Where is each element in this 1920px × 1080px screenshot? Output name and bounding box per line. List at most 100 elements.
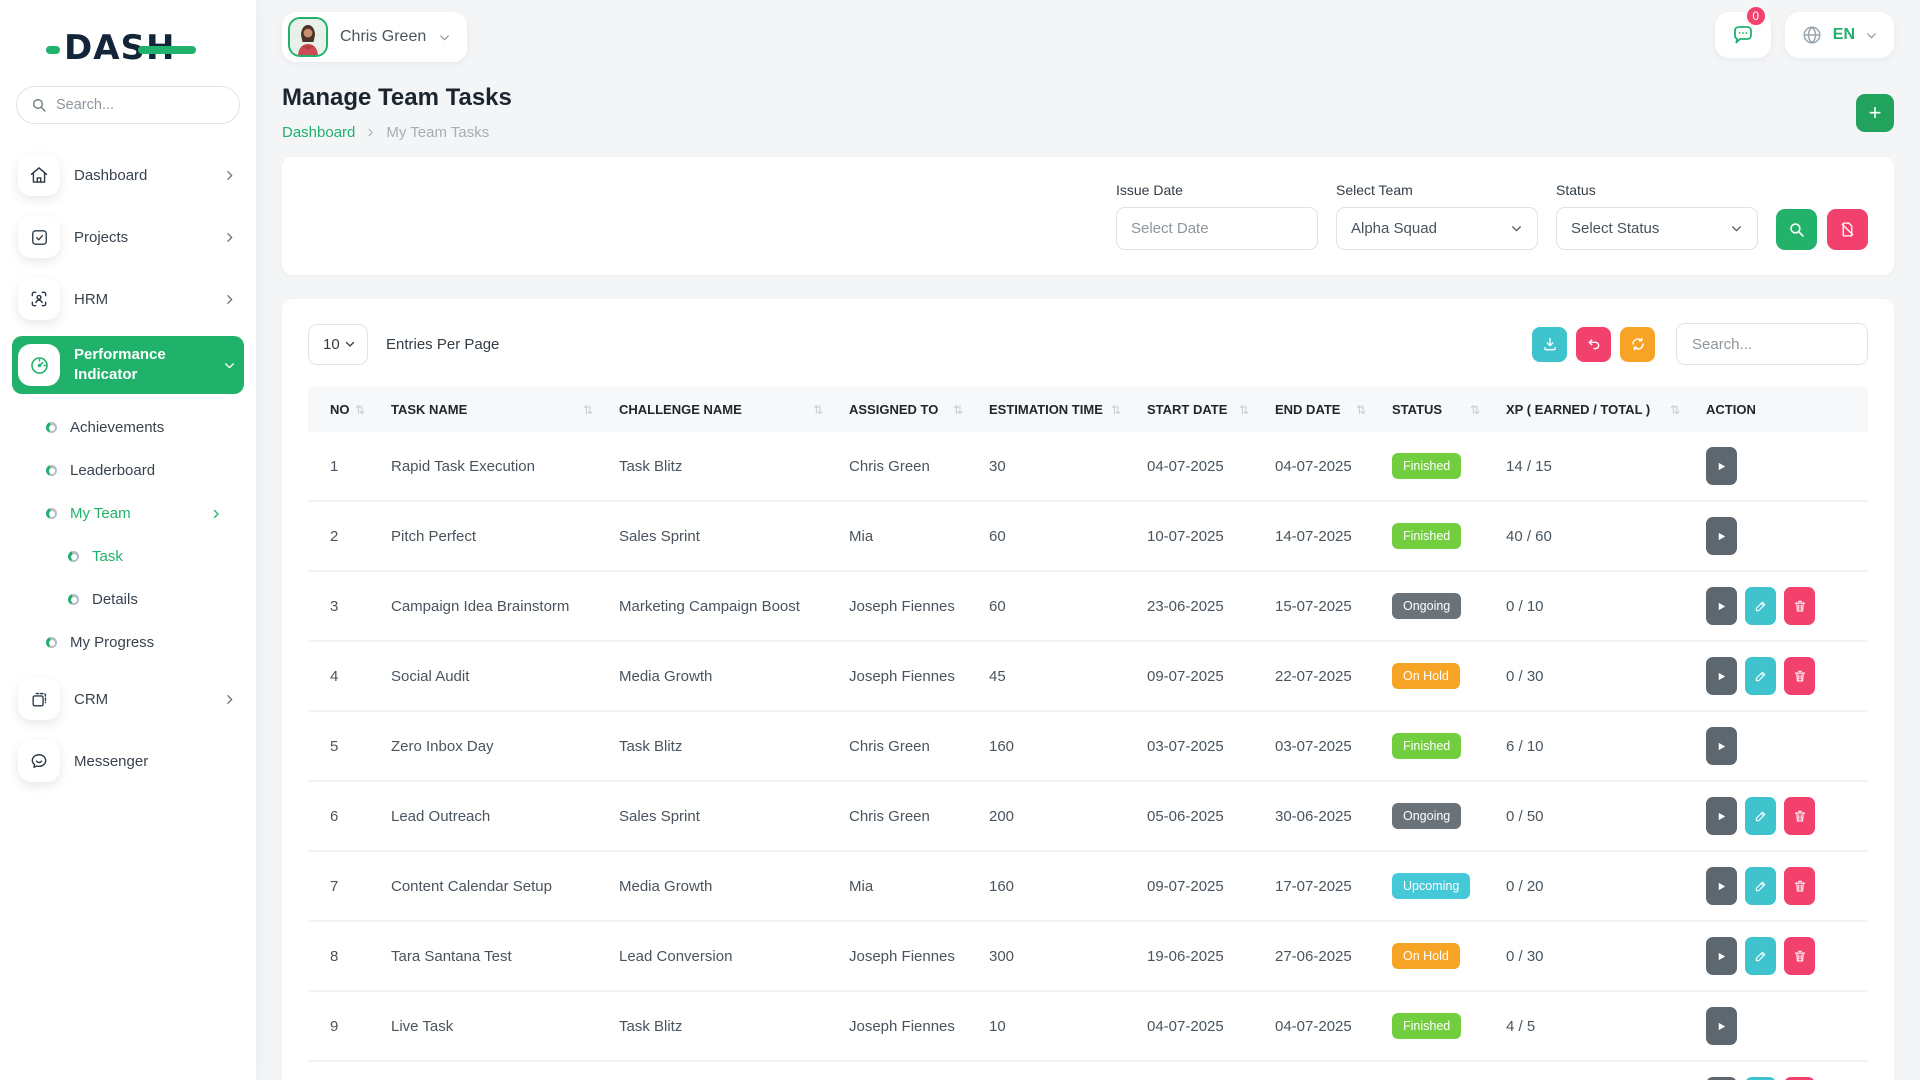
play-button[interactable] <box>1706 867 1737 905</box>
status-badge: Finished <box>1392 453 1461 479</box>
sidebar-item-performance-indicator[interactable]: Performance Indicator <box>12 336 244 394</box>
trash-icon <box>1793 669 1807 683</box>
sidebar-item-label: Messenger <box>74 753 148 770</box>
edit-button[interactable] <box>1745 867 1776 905</box>
bullet-ring-icon <box>68 551 79 562</box>
table-search-input[interactable] <box>1676 323 1868 365</box>
estimation-time: 60 <box>979 501 1137 571</box>
delete-button[interactable] <box>1784 657 1815 695</box>
column-header-xp-earned-total[interactable]: XP ( EARNED / TOTAL )⇅ <box>1496 387 1696 432</box>
sidebar-item-dashboard[interactable]: Dashboard <box>12 150 244 200</box>
delete-button[interactable] <box>1784 867 1815 905</box>
chevron-right-icon <box>223 293 236 306</box>
column-header-end-date[interactable]: END DATE⇅ <box>1265 387 1382 432</box>
play-button[interactable] <box>1706 937 1737 975</box>
sidebar-item-my-progress[interactable]: My Progress <box>12 621 244 664</box>
sidebar-item-details[interactable]: Details <box>12 578 244 621</box>
sidebar-item-hrm[interactable]: HRM <box>12 274 244 324</box>
sidebar-item-achievements[interactable]: Achievements <box>12 406 244 449</box>
assigned-to: Joseph Fiennes <box>839 571 979 641</box>
user-focus-icon <box>18 278 60 320</box>
column-header-challenge-name[interactable]: CHALLENGE NAME⇅ <box>609 387 839 432</box>
end-date: 22-07-2025 <box>1265 641 1382 711</box>
breadcrumb-dashboard-link[interactable]: Dashboard <box>282 124 355 141</box>
sidebar-search-input[interactable] <box>56 97 225 113</box>
end-date: 27-06-2025 <box>1265 921 1382 991</box>
sidebar-item-crm[interactable]: CRM <box>12 674 244 724</box>
notifications-button[interactable]: 0 <box>1715 12 1771 58</box>
play-button[interactable] <box>1706 447 1737 485</box>
issue-date-field[interactable] <box>1116 207 1318 250</box>
row-no: 10 <box>308 1061 381 1080</box>
column-header-estimation-time[interactable]: ESTIMATION TIME⇅ <box>979 387 1137 432</box>
sidebar-item-projects[interactable]: Projects <box>12 212 244 262</box>
play-button[interactable] <box>1706 657 1737 695</box>
filter-search-button[interactable] <box>1776 209 1817 250</box>
language-code: EN <box>1833 26 1855 44</box>
refresh-button[interactable] <box>1620 327 1655 362</box>
export-button[interactable] <box>1532 327 1567 362</box>
undo-button[interactable] <box>1576 327 1611 362</box>
status-select[interactable]: Select Status <box>1556 207 1758 250</box>
xp-cell: 0 / 30 <box>1496 921 1696 991</box>
play-button[interactable] <box>1706 727 1737 765</box>
sidebar-item-my-team[interactable]: My Team <box>12 492 244 535</box>
sidebar-item-leaderboard[interactable]: Leaderboard <box>12 449 244 492</box>
breadcrumb: Dashboard My Team Tasks <box>282 124 512 141</box>
language-selector[interactable]: EN <box>1785 12 1894 58</box>
filter-clear-button[interactable] <box>1827 209 1868 250</box>
task-name: Lead Outreach <box>381 781 609 851</box>
sidebar-item-task[interactable]: Task <box>12 535 244 578</box>
row-no: 9 <box>308 991 381 1061</box>
team-select[interactable]: Alpha Squad <box>1336 207 1538 250</box>
status-cell: Ongoing <box>1382 781 1496 851</box>
column-header-task-name[interactable]: TASK NAME⇅ <box>381 387 609 432</box>
task-name: Zero Inbox Day <box>381 711 609 781</box>
edit-button[interactable] <box>1745 587 1776 625</box>
challenge-name: Task Blitz <box>609 432 839 501</box>
start-date: 09-07-2025 <box>1137 851 1265 921</box>
sidebar-item-messenger[interactable]: Messenger <box>12 736 244 786</box>
app-logo[interactable]: DASH <box>0 0 256 72</box>
play-icon <box>1716 461 1727 472</box>
table-row: 3Campaign Idea BrainstormMarketing Campa… <box>308 571 1868 641</box>
status-badge: On Hold <box>1392 663 1460 689</box>
edit-button[interactable] <box>1745 657 1776 695</box>
delete-button[interactable] <box>1784 587 1815 625</box>
challenge-name: Sales Sprint <box>609 781 839 851</box>
delete-button[interactable] <box>1784 797 1815 835</box>
entries-per-page-select[interactable]: 10 <box>308 324 368 365</box>
table-row: 4Social AuditMedia GrowthJoseph Fiennes4… <box>308 641 1868 711</box>
row-no: 1 <box>308 432 381 501</box>
top-bar: Chris Green 0 EN <box>282 0 1894 62</box>
bullet-ring-icon <box>68 594 79 605</box>
sidebar-item-label: Performance Indicator <box>74 345 209 386</box>
filter-buttons <box>1776 209 1868 250</box>
play-button[interactable] <box>1706 1007 1737 1045</box>
play-button[interactable] <box>1706 587 1737 625</box>
play-button[interactable] <box>1706 517 1737 555</box>
estimation-time: 160 <box>979 711 1137 781</box>
sidebar-search[interactable] <box>16 86 240 124</box>
play-button[interactable] <box>1706 797 1737 835</box>
column-header-assigned-to[interactable]: ASSIGNED TO⇅ <box>839 387 979 432</box>
page-title: Manage Team Tasks <box>282 84 512 112</box>
task-name: Personal System Setup <box>381 1061 609 1080</box>
action-cell <box>1696 1061 1868 1080</box>
edit-button[interactable] <box>1745 937 1776 975</box>
add-task-button[interactable]: + <box>1856 94 1894 132</box>
delete-button[interactable] <box>1784 937 1815 975</box>
user-menu[interactable]: Chris Green <box>282 12 467 62</box>
task-name: Rapid Task Execution <box>381 432 609 501</box>
column-header-status[interactable]: STATUS⇅ <box>1382 387 1496 432</box>
topbar-actions: 0 EN <box>1715 12 1894 58</box>
table-row: 1Rapid Task ExecutionTask BlitzChris Gre… <box>308 432 1868 501</box>
column-header-start-date[interactable]: START DATE⇅ <box>1137 387 1265 432</box>
assigned-to: Joseph Fiennes <box>839 991 979 1061</box>
sort-icon: ⇅ <box>1356 403 1372 417</box>
sort-icon: ⇅ <box>1670 403 1686 417</box>
issue-date-input[interactable] <box>1131 220 1303 237</box>
edit-button[interactable] <box>1745 797 1776 835</box>
column-header-no[interactable]: NO⇅ <box>308 387 381 432</box>
estimation-time: 10 <box>979 991 1137 1061</box>
